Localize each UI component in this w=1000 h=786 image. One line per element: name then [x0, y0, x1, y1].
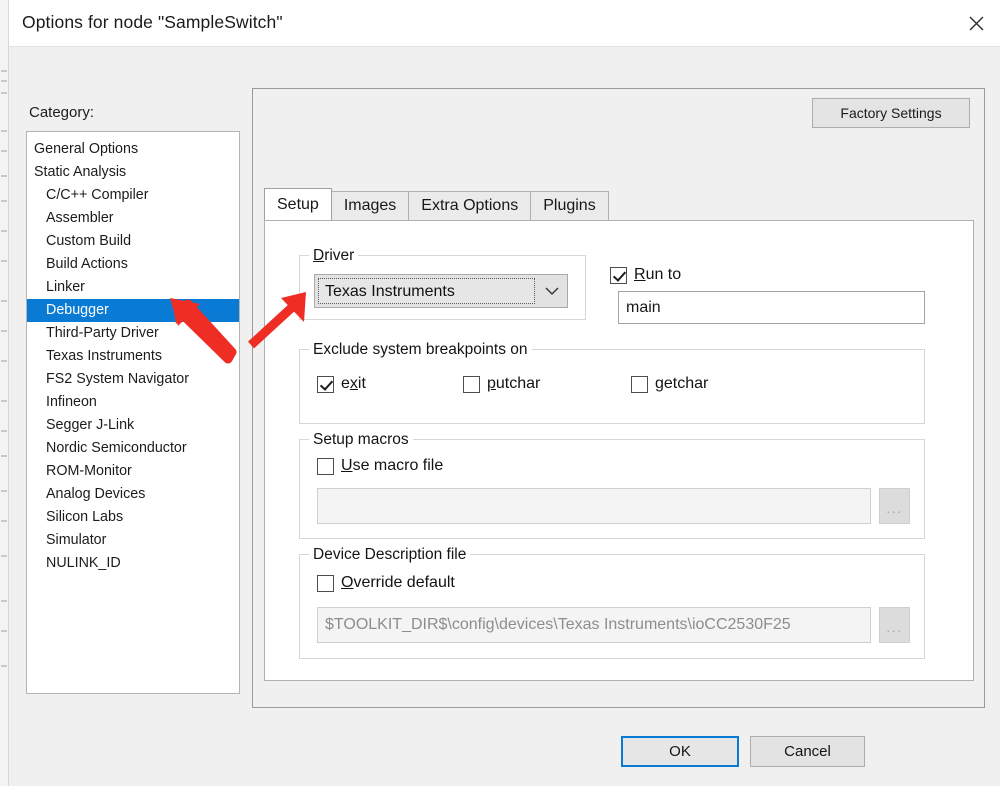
setup-macros-title: Setup macros [309, 431, 413, 449]
use-macro-file-accel: U [341, 457, 353, 474]
run-to-label: Run to [634, 266, 681, 284]
exclude-putchar-checkbox-box[interactable] [463, 375, 480, 393]
override-default-accel: O [341, 574, 354, 591]
factory-settings-button[interactable]: Factory Settings [812, 98, 970, 128]
run-to-accel: R [634, 266, 646, 283]
sidebar-item-static-analysis[interactable]: Static Analysis [27, 161, 239, 184]
sidebar-item-silicon-labs[interactable]: Silicon Labs [27, 506, 239, 529]
close-icon [969, 16, 983, 30]
close-button[interactable] [952, 0, 1000, 46]
getchar-accel: g [655, 375, 664, 392]
exit-accel: x [349, 375, 358, 392]
driver-legend-rest: river [324, 247, 355, 264]
putchar-accel: p [487, 375, 496, 392]
sidebar-item-general-options[interactable]: General Options [27, 138, 239, 161]
driver-combo[interactable]: Texas Instruments [314, 274, 568, 308]
category-label: Category: [29, 104, 95, 121]
driver-accel: D [313, 247, 325, 264]
chevron-down-icon[interactable] [537, 275, 567, 307]
tab-page-setup: Driver Texas Instruments Run to main Exc… [264, 220, 974, 681]
exclude-putchar-label: putchar [487, 375, 540, 393]
device-description-input[interactable]: $TOOLKIT_DIR$\config\devices\Texas Instr… [317, 607, 871, 643]
options-dialog: Options for node "SampleSwitch" Category… [0, 0, 1000, 786]
exclude-exit-checkbox[interactable]: exit [317, 375, 366, 393]
cancel-button[interactable]: Cancel [750, 736, 865, 767]
exclude-putchar-checkbox[interactable]: putchar [463, 375, 540, 393]
exclude-breakpoints-group: Exclude system breakpoints on exit putch… [299, 341, 925, 424]
sidebar-item-linker[interactable]: Linker [27, 276, 239, 299]
exclude-getchar-label: getchar [655, 375, 708, 393]
use-macro-file-post: se macro file [352, 457, 444, 474]
tab-images[interactable]: Images [330, 191, 410, 220]
title-bar: Options for node "SampleSwitch" [9, 0, 1000, 47]
exclude-getchar-checkbox[interactable]: getchar [631, 375, 708, 393]
device-description-browse-button[interactable]: ... [879, 607, 910, 643]
tab-setup[interactable]: Setup [264, 188, 332, 220]
sidebar-item-analog-devices[interactable]: Analog Devices [27, 483, 239, 506]
sidebar-item-fs2-system-navigator[interactable]: FS2 System Navigator [27, 368, 239, 391]
setup-macros-group: Setup macros Use macro file ... [299, 431, 925, 539]
tab-strip[interactable]: Setup Images Extra Options Plugins [264, 188, 974, 220]
driver-combo-value[interactable]: Texas Instruments [318, 278, 535, 304]
override-default-label: Override default [341, 574, 455, 592]
sidebar-item-c-c-compiler[interactable]: C/C++ Compiler [27, 184, 239, 207]
device-description-group: Device Description file Override default… [299, 546, 925, 659]
sidebar-item-debugger[interactable]: Debugger [27, 299, 239, 322]
settings-panel: Factory Settings Setup Images Extra Option… [252, 88, 985, 708]
use-macro-file-label: Use macro file [341, 457, 443, 475]
exclude-exit-label: exit [341, 375, 366, 393]
use-macro-file-checkbox-box[interactable] [317, 457, 334, 475]
sidebar-item-nordic-semiconductor[interactable]: Nordic Semiconductor [27, 437, 239, 460]
device-description-title: Device Description file [309, 546, 471, 564]
sidebar-item-texas-instruments[interactable]: Texas Instruments [27, 345, 239, 368]
category-list[interactable]: General Options Static Analysis C/C++ Comp… [26, 131, 240, 694]
driver-group: Driver Texas Instruments [299, 247, 586, 320]
exclude-breakpoints-title: Exclude system breakpoints on [309, 341, 532, 359]
run-to-checkbox[interactable]: Run to [610, 266, 681, 284]
exit-pre: e [341, 375, 350, 392]
exit-post: it [357, 375, 366, 392]
driver-group-title: Driver [309, 247, 359, 265]
sidebar-item-simulator[interactable]: Simulator [27, 529, 239, 552]
macro-file-input[interactable] [317, 488, 871, 524]
sidebar-item-segger-j-link[interactable]: Segger J-Link [27, 414, 239, 437]
run-to-checkbox-box[interactable] [610, 266, 627, 284]
use-macro-file-checkbox[interactable]: Use macro file [317, 457, 443, 475]
putchar-post: utchar [495, 375, 541, 392]
sidebar-item-third-party-driver[interactable]: Third-Party Driver [27, 322, 239, 345]
background-app-strip [0, 0, 9, 786]
override-default-checkbox[interactable]: Override default [317, 574, 455, 592]
sidebar-item-nulink-id[interactable]: NULINK_ID [27, 552, 239, 575]
override-default-checkbox-box[interactable] [317, 574, 334, 592]
run-to-input[interactable]: main [618, 291, 925, 324]
run-to-label-rest: un to [645, 266, 682, 283]
sidebar-item-infineon[interactable]: Infineon [27, 391, 239, 414]
page-title: Options for node "SampleSwitch" [22, 12, 283, 32]
exclude-getchar-checkbox-box[interactable] [631, 375, 648, 393]
getchar-post: etchar [663, 375, 709, 392]
tab-plugins[interactable]: Plugins [530, 191, 609, 220]
exclude-exit-checkbox-box[interactable] [317, 375, 334, 393]
sidebar-item-assembler[interactable]: Assembler [27, 207, 239, 230]
sidebar-item-custom-build[interactable]: Custom Build [27, 230, 239, 253]
ok-button[interactable]: OK [621, 736, 739, 767]
override-default-post: verride default [353, 574, 455, 591]
tab-extra-options[interactable]: Extra Options [408, 191, 532, 220]
macro-file-browse-button[interactable]: ... [879, 488, 910, 524]
sidebar-item-build-actions[interactable]: Build Actions [27, 253, 239, 276]
sidebar-item-rom-monitor[interactable]: ROM-Monitor [27, 460, 239, 483]
